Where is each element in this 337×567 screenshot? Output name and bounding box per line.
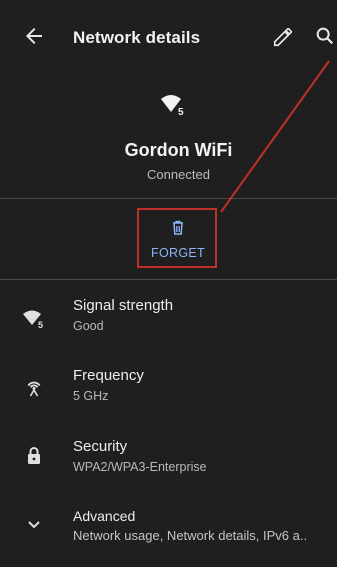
search-icon[interactable] — [314, 25, 336, 47]
row-title: Signal strength — [73, 297, 174, 314]
frequency-row[interactable]: Frequency 5 GHz — [0, 355, 337, 425]
antenna-icon — [27, 381, 41, 397]
row-subtitle: 5 GHz — [73, 389, 109, 403]
top-app-bar: Network details — [0, 16, 337, 60]
wifi-5-icon: 5 — [23, 310, 43, 330]
divider — [0, 198, 337, 199]
row-title: Frequency — [73, 367, 144, 384]
forget-label: FORGET — [151, 246, 205, 260]
svg-text:5: 5 — [38, 320, 43, 330]
row-subtitle: WPA2/WPA3-Enterprise — [73, 460, 207, 474]
forget-button[interactable]: FORGET — [137, 208, 217, 268]
signal-strength-row[interactable]: 5 Signal strength Good — [0, 284, 337, 354]
row-title: Security — [73, 438, 128, 455]
divider — [0, 279, 337, 280]
chevron-down-icon — [28, 521, 40, 529]
wifi-5-icon: 5 — [161, 95, 184, 116]
row-subtitle: Good — [73, 319, 104, 333]
security-row[interactable]: Security WPA2/WPA3-Enterprise — [0, 426, 337, 496]
edit-pencil-icon[interactable] — [272, 26, 294, 48]
svg-text:5: 5 — [178, 107, 184, 116]
lock-icon — [28, 447, 40, 464]
page-title: Network details — [73, 28, 201, 47]
row-title: Advanced — [73, 508, 136, 524]
screen: Network details 5 Gordon WiFi Connected … — [0, 0, 337, 557]
network-name: Gordon WiFi — [124, 140, 233, 160]
row-subtitle: Network usage, Network details, IPv6 a.. — [73, 528, 308, 543]
trash-icon — [173, 220, 183, 235]
connection-status: Connected — [147, 167, 210, 182]
back-arrow-icon[interactable] — [22, 24, 46, 48]
